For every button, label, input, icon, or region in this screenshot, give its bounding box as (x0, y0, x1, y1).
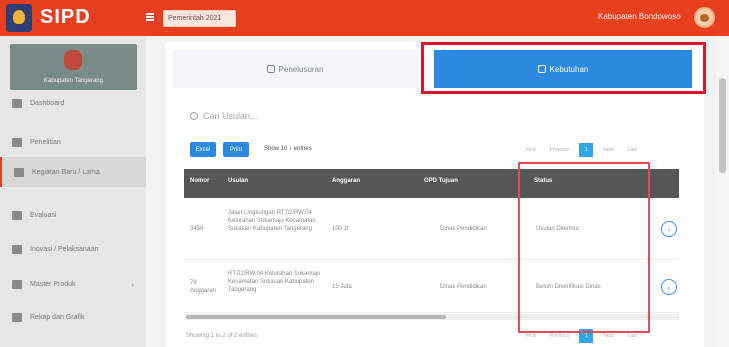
row-action-button[interactable]: › (661, 279, 677, 295)
search-icon (190, 112, 198, 120)
product-icon (12, 279, 22, 289)
profile-card: Kabupaten Tangerang (10, 44, 137, 90)
sidebar-item-label: Evaluasi (30, 211, 57, 219)
highlight-frame-tab (421, 42, 706, 94)
hamburger-menu-icon[interactable] (146, 13, 154, 21)
sidebar-item-label: Kegiatan Baru / Lama (32, 168, 100, 176)
table-info: Showing 1 to 2 of 2 entries (186, 333, 258, 339)
vertical-scroll-thumb[interactable] (719, 78, 726, 173)
top-bar: SIPD Pemerintah 2021 Kabupaten Bondowoso (0, 0, 729, 36)
sidebar-item-evaluasi[interactable]: Evaluasi (0, 200, 146, 230)
cell-usulan: RT.02/RW.04 Kelurahan Sukamaju Kecamatan… (228, 271, 321, 293)
app-logo (6, 4, 32, 32)
show-entries-select[interactable]: Show 10 ↕ entries (264, 146, 312, 152)
user-avatar[interactable] (694, 7, 715, 28)
sidebar-item-master-produk[interactable]: Master Produk › (0, 269, 146, 299)
horizontal-scroll-thumb[interactable] (186, 315, 446, 319)
sidebar-item-label: Master Produk (30, 280, 76, 288)
chart-icon (12, 312, 22, 322)
sidebar-item-label: Rekap dan Grafik (30, 313, 85, 321)
sidebar-item-kegiatan[interactable]: Kegiatan Baru / Lama (0, 157, 146, 187)
cell-nomor: 78 Anggaran (190, 280, 217, 294)
tab-label: Penelusuran (278, 64, 324, 74)
cell-opd: Dinas Pendidikan (440, 284, 487, 290)
excel-button[interactable]: Excel (190, 142, 216, 157)
pagination-top: First Previous 1 Next Last (522, 142, 647, 158)
sidebar-item-label: Dashboard (30, 99, 65, 107)
sidebar-item-dashboard[interactable]: Dashboard (0, 88, 146, 118)
tab-penelusuran[interactable]: Penelusuran (172, 50, 418, 88)
year-selector[interactable]: Pemerintah 2021 (163, 10, 236, 27)
emblem-icon (13, 10, 25, 24)
cell-opd: Dinas Pendidikan (440, 226, 487, 232)
cell-usulan: Jalan Lingkungan RT.02/RW.04 Kelurahan S… (228, 210, 316, 232)
column-header-nomor[interactable]: Nomor (190, 178, 209, 184)
cell-anggaran: 15 Juta (332, 284, 352, 290)
page-last-button[interactable]: Last (623, 143, 640, 157)
page-previous-button[interactable]: Previous (546, 143, 573, 157)
sidebar: Kabupaten Tangerang Dashboard Penelitian… (0, 36, 146, 347)
sidebar-item-inovasi[interactable]: Inovasi / Pelaksanaan (0, 234, 146, 264)
document-icon (266, 65, 275, 73)
sidebar-item-label: Penelitian (30, 138, 61, 146)
chevron-right-icon: › (131, 280, 134, 289)
region-emblem-icon (64, 50, 82, 70)
innovation-icon (12, 244, 22, 254)
sidebar-item-penelitian[interactable]: Penelitian (0, 127, 146, 157)
search-input[interactable]: Cari Usulan... (190, 108, 258, 124)
page-next-button[interactable]: Next (599, 143, 617, 157)
cell-nomor: 3456 (190, 226, 204, 232)
profile-name: Kabupaten Tangerang (44, 78, 103, 84)
column-header-usulan[interactable]: Usulan (228, 178, 248, 184)
activity-icon (14, 167, 24, 177)
sidebar-item-rekap[interactable]: Rekap dan Grafik (0, 302, 146, 332)
search-placeholder: Cari Usulan... (203, 111, 258, 121)
highlight-frame-status-column (518, 162, 650, 333)
dashboard-icon (12, 98, 22, 108)
region-name[interactable]: Kabupaten Bondowoso (598, 12, 681, 21)
app-title: SIPD (40, 6, 91, 28)
evaluation-icon (12, 210, 22, 220)
sidebar-item-label: Inovasi / Pelaksanaan (30, 245, 99, 253)
cell-anggaran: 100 Jt (332, 226, 349, 232)
row-action-button[interactable]: › (661, 221, 677, 237)
page-first-button[interactable]: First (522, 143, 540, 157)
research-icon (12, 137, 22, 147)
page-1-button[interactable]: 1 (579, 143, 594, 157)
column-header-opd[interactable]: OPD Tujuan (424, 178, 458, 184)
print-button[interactable]: Print (223, 142, 249, 157)
app-window: SIPD Pemerintah 2021 Kabupaten Bondowoso… (0, 0, 729, 347)
column-header-anggaran[interactable]: Anggaran (332, 178, 360, 184)
